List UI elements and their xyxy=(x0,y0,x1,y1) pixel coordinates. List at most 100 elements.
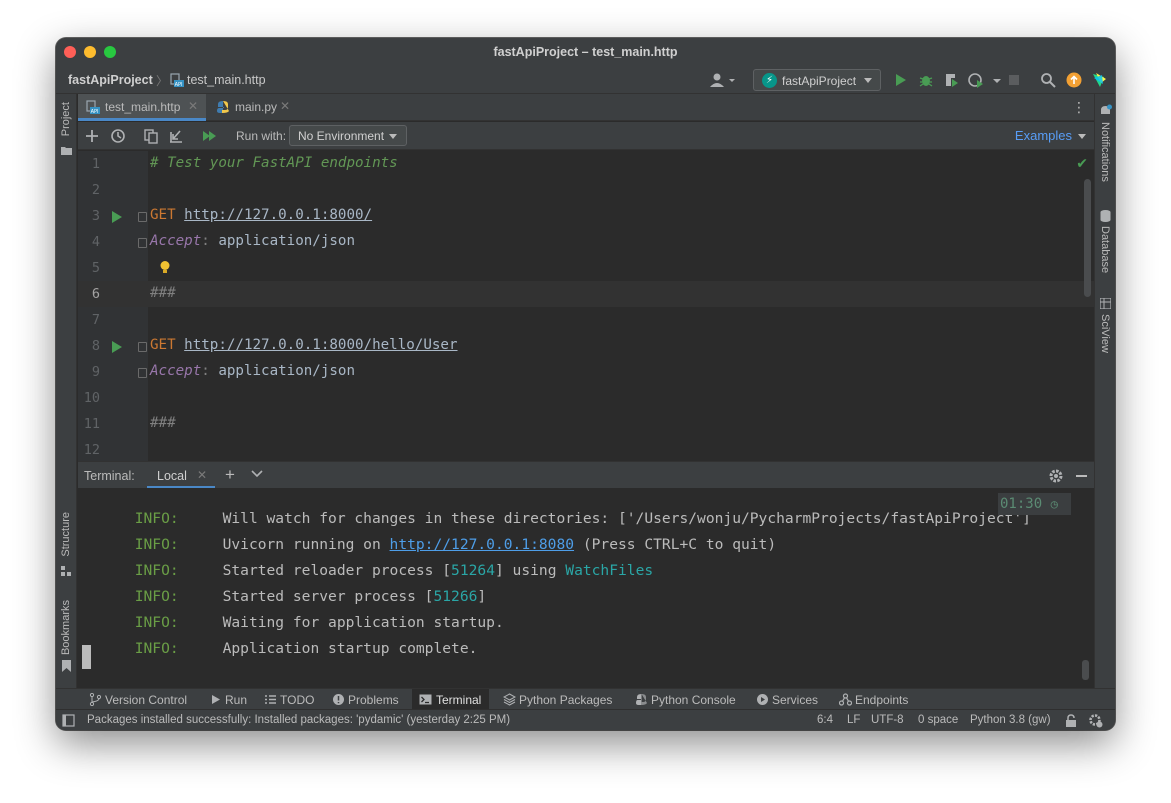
tab-label: Python Console xyxy=(651,693,736,707)
request-url[interactable]: http://127.0.0.1:8000/hello/User xyxy=(184,337,457,353)
run-request-icon[interactable] xyxy=(112,341,122,353)
request-url[interactable]: http://127.0.0.1:8000/ xyxy=(184,207,372,223)
tab-main-py[interactable]: main.py ✕ xyxy=(208,94,294,121)
tab-services[interactable]: Services xyxy=(756,689,821,710)
copy-icon[interactable] xyxy=(143,128,159,144)
pycharm-logo-icon[interactable] xyxy=(1091,72,1107,88)
terminal-scrollbar[interactable] xyxy=(1082,660,1089,680)
chevron-down-icon xyxy=(389,134,397,139)
tab-problems[interactable]: Problems xyxy=(332,689,402,710)
tab-todo[interactable]: TODO xyxy=(264,689,316,710)
tab-label: Version Control xyxy=(105,693,188,707)
project-tool-tab[interactable]: Project xyxy=(60,102,72,136)
code-editor[interactable]: 1 # Test your FastAPI endpoints 2 3 GET … xyxy=(78,151,1094,461)
title-bar: fastApiProject – test_main.http xyxy=(56,38,1115,66)
run-configuration-select[interactable]: ⚡ fastApiProject xyxy=(753,69,881,91)
lock-icon[interactable] xyxy=(1065,714,1077,727)
line-number: 7 xyxy=(91,312,100,328)
http-method: GET xyxy=(150,337,176,353)
endpoints-icon xyxy=(839,693,852,706)
import-icon[interactable] xyxy=(168,128,184,144)
more-run-options-chevron-icon[interactable] xyxy=(989,72,1005,88)
bookmarks-tool-tab[interactable]: Bookmarks xyxy=(60,600,72,655)
line-number: 6 xyxy=(91,286,100,302)
tab-python-packages[interactable]: Python Packages xyxy=(503,689,613,710)
tab-run[interactable]: Run xyxy=(209,689,249,710)
caret-position[interactable]: 6:4 xyxy=(817,714,833,726)
structure-tool-tab[interactable]: Structure xyxy=(60,512,72,557)
ide-window: fastApiProject – test_main.http fastApiP… xyxy=(56,38,1115,730)
history-icon[interactable] xyxy=(110,128,126,144)
tab-test-main-http[interactable]: API test_main.http ✕ xyxy=(78,94,206,121)
user-account-icon[interactable] xyxy=(709,72,737,88)
terminal-tab-local[interactable]: Local ✕ xyxy=(147,462,215,489)
lightbulb-icon[interactable] xyxy=(159,260,171,274)
breadcrumb-separator-icon: 〉 xyxy=(156,74,169,88)
database-icon xyxy=(1100,210,1111,222)
editor-scrollbar[interactable] xyxy=(1084,179,1091,297)
line-number: 2 xyxy=(91,182,100,198)
close-tab-icon[interactable]: ✕ xyxy=(197,468,207,482)
memory-indicator-icon[interactable] xyxy=(1088,713,1103,728)
run-with-coverage-icon[interactable] xyxy=(943,72,959,88)
profile-icon[interactable] xyxy=(968,72,984,88)
environment-value: No Environment xyxy=(298,129,385,143)
terminal-line: INFO: Waiting for application startup. xyxy=(82,597,504,631)
fold-marker-icon[interactable] xyxy=(138,238,147,248)
line-separator[interactable]: LF xyxy=(847,714,860,726)
no-problems-check-icon[interactable]: ✔ xyxy=(1076,155,1088,172)
tab-version-control[interactable]: Version Control xyxy=(89,689,193,710)
tab-label: Python Packages xyxy=(519,693,613,707)
close-tab-icon[interactable]: ✕ xyxy=(188,99,198,113)
notifications-tool-tab[interactable]: Notifications xyxy=(1099,122,1111,182)
sciview-tool-tab[interactable]: SciView xyxy=(1099,314,1111,353)
terminal-output[interactable]: INFO: Will watch for changes in these di… xyxy=(78,488,1094,688)
search-icon[interactable] xyxy=(1040,72,1056,88)
file-encoding[interactable]: UTF-8 xyxy=(871,714,904,726)
examples-dropdown[interactable]: Examples xyxy=(1015,128,1072,143)
code-line-current: 6 ### xyxy=(78,281,1094,307)
terminal-tab-label: Local xyxy=(157,469,187,483)
status-message[interactable]: Packages installed successfully: Install… xyxy=(87,714,510,726)
window-title: fastApiProject – test_main.http xyxy=(493,45,678,59)
add-request-icon[interactable] xyxy=(84,128,100,144)
run-all-requests-icon[interactable] xyxy=(202,128,218,144)
header-value: application/json xyxy=(218,233,356,249)
code-line: 5 xyxy=(78,255,1094,281)
close-tab-icon[interactable]: ✕ xyxy=(280,99,290,113)
tab-python-console[interactable]: Python Console xyxy=(635,689,739,710)
python-interpreter[interactable]: Python 3.8 (gw) xyxy=(970,714,1051,726)
stop-icon[interactable] xyxy=(1006,72,1022,88)
run-request-icon[interactable] xyxy=(112,211,122,223)
services-icon xyxy=(757,694,768,705)
indentation[interactable]: 0 space xyxy=(918,714,958,726)
folder-icon xyxy=(61,147,72,155)
terminal-line: INFO: Started server process [51266] xyxy=(82,571,486,605)
debug-icon[interactable] xyxy=(918,72,934,88)
reloader-name: WatchFiles xyxy=(565,562,654,579)
more-options-icon[interactable]: ⋮ xyxy=(1072,99,1086,116)
request-separator: ### xyxy=(150,285,176,301)
hide-panel-icon[interactable] xyxy=(1076,475,1087,477)
svg-text:API: API xyxy=(175,82,183,87)
chevron-down-icon[interactable] xyxy=(251,470,263,478)
environment-select[interactable]: No Environment xyxy=(289,125,407,146)
gear-icon[interactable] xyxy=(1048,468,1064,484)
fold-marker-icon[interactable] xyxy=(138,212,147,222)
editor-tab-bar: API test_main.http ✕ main.py ✕ ⋮ xyxy=(78,94,1094,121)
fold-marker-icon[interactable] xyxy=(138,368,147,378)
database-tool-tab[interactable]: Database xyxy=(1099,226,1111,273)
log-level: INFO: xyxy=(134,640,179,657)
tab-terminal[interactable]: Terminal xyxy=(412,689,489,710)
terminal-line: INFO: Will watch for changes in these di… xyxy=(82,493,1031,527)
tab-endpoints[interactable]: Endpoints xyxy=(839,689,911,710)
run-icon[interactable] xyxy=(892,72,908,88)
update-icon[interactable] xyxy=(1066,72,1082,88)
fold-marker-icon[interactable] xyxy=(138,342,147,352)
line-number: 4 xyxy=(91,234,100,250)
toggle-tool-windows-icon[interactable] xyxy=(62,714,75,727)
code-line: 2 xyxy=(78,177,1094,203)
breadcrumb-project[interactable]: fastApiProject xyxy=(68,73,153,87)
breadcrumb-file[interactable]: test_main.http xyxy=(187,73,266,87)
new-terminal-icon[interactable]: + xyxy=(225,465,235,485)
